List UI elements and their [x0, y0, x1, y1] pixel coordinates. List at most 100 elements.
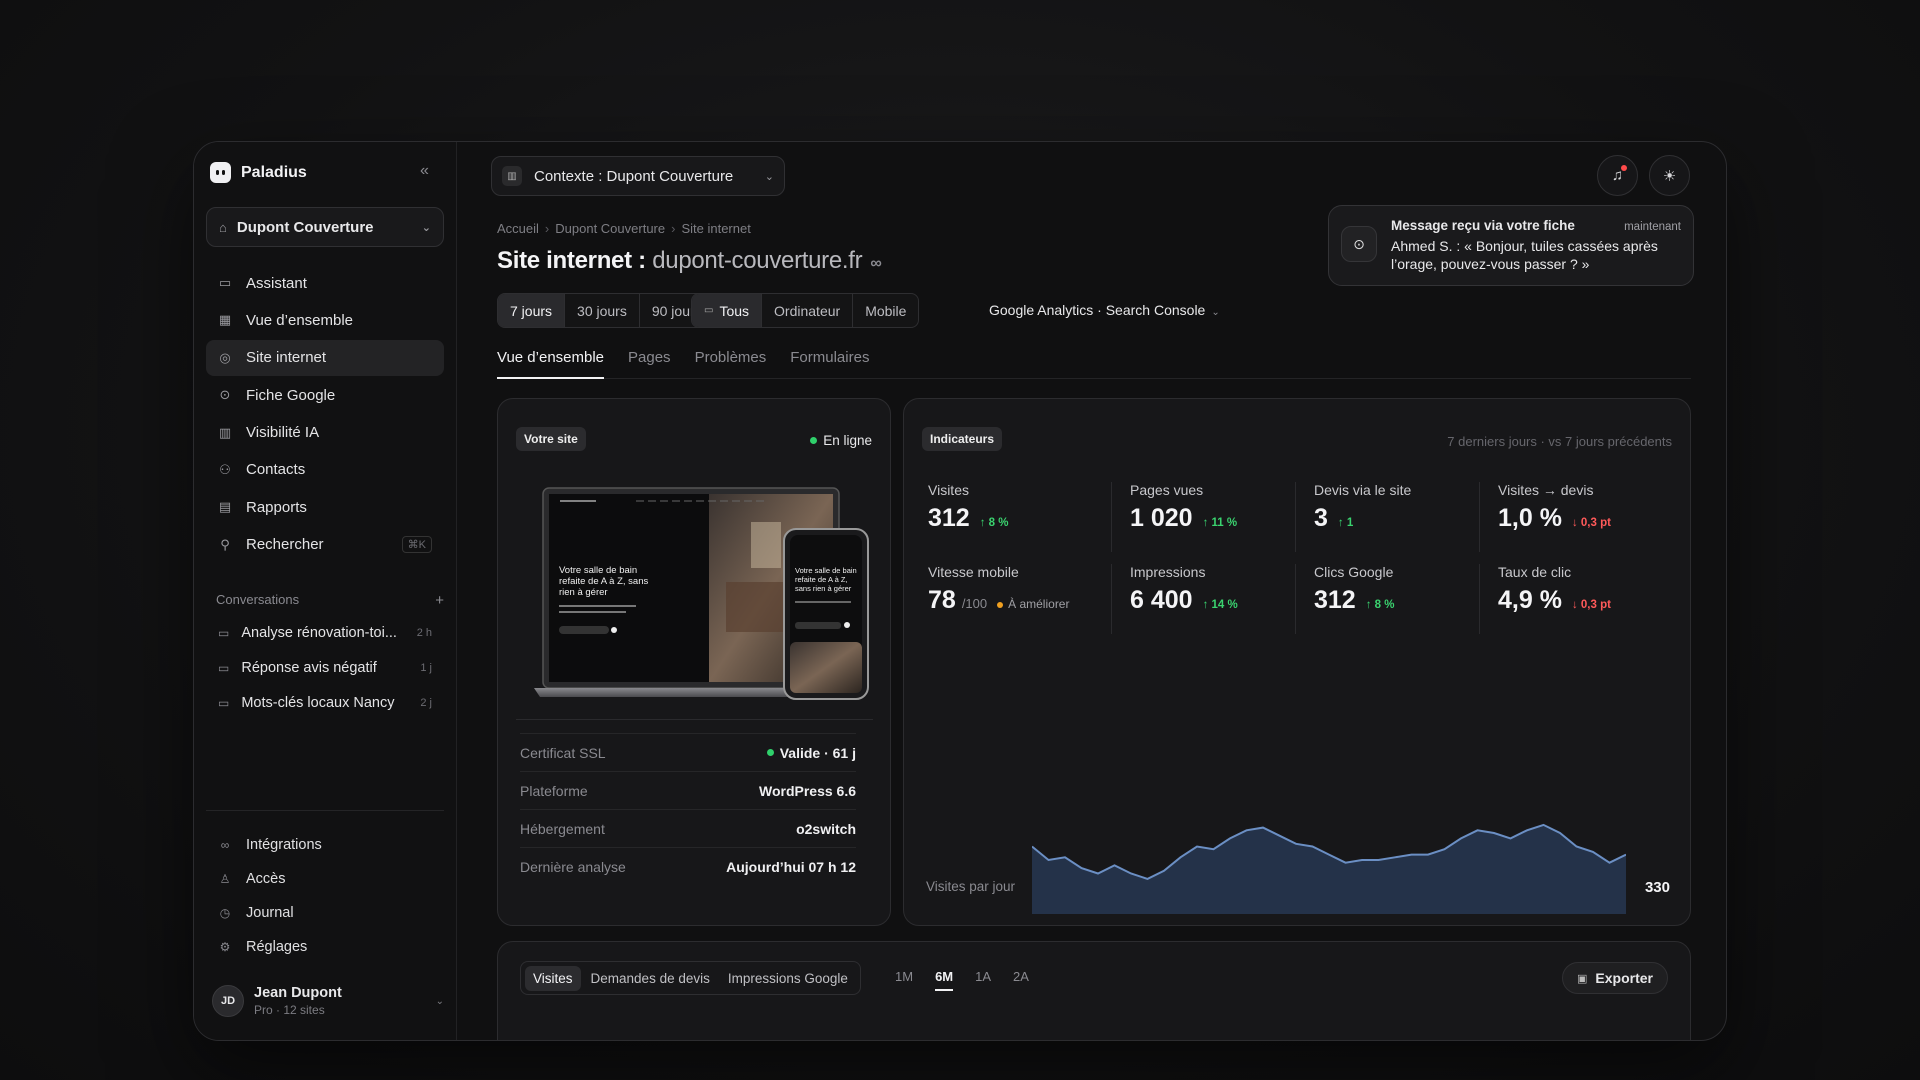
export-button[interactable]: ▣ Exporter [1562, 962, 1668, 994]
breadcrumb-item[interactable]: Accueil [497, 221, 539, 236]
nav-item-ai-visibility[interactable]: ▥ Visibilité IA [206, 415, 444, 451]
nav-label: Rechercher [246, 536, 324, 554]
period-selector: 7 jours 30 jours 90 jours [497, 293, 715, 328]
kpi-value: 1 020 [1130, 504, 1193, 532]
toast-time: maintenant [1624, 221, 1681, 233]
device-desktop[interactable]: Ordinateur [762, 294, 854, 327]
breadcrumb-item[interactable]: Dupont Couverture [555, 221, 665, 236]
status-dot [766, 749, 774, 756]
nav-item-website[interactable]: ◎ Site internet [206, 339, 444, 376]
section-title: Conversations [216, 592, 300, 607]
grid-icon: ▦ [218, 312, 232, 328]
workspace-selector[interactable]: ⌂ Dupont Couverture ⌄ [206, 207, 444, 247]
link-icon[interactable]: ∞ [870, 255, 881, 272]
notifications-button[interactable]: ♫ [1597, 155, 1638, 196]
conversation-label: Réponse avis négatif [241, 659, 377, 676]
info-label: Dernière analyse [520, 858, 626, 875]
info-label: Plateforme [520, 782, 588, 799]
metric-quotes[interactable]: Demandes de devis [583, 966, 718, 991]
theme-toggle-button[interactable]: ☀ [1649, 155, 1690, 196]
divider [1111, 482, 1112, 552]
range-1y[interactable]: 1A [975, 969, 991, 991]
search-icon: ⚲ [220, 536, 230, 552]
nav-item-journal[interactable]: ◷ Journal [206, 896, 444, 930]
period-7d[interactable]: 7 jours [498, 294, 566, 327]
range-6m[interactable]: 6M [935, 969, 954, 991]
tab-overview[interactable]: Vue d’ensemble [497, 349, 605, 379]
nav-item-search[interactable]: ⚲ Rechercher ⌘K [206, 527, 444, 563]
nav-label: Site internet [246, 349, 327, 367]
divider [1479, 564, 1480, 634]
phone-headline-3: sans rien à gérer [795, 584, 852, 593]
range-2y[interactable]: 2A [1013, 969, 1029, 991]
collapse-sidebar-icon[interactable]: « [420, 162, 429, 180]
site-domain[interactable]: dupont-couverture.fr [652, 247, 862, 274]
metric-impressions[interactable]: Impressions Google [720, 966, 856, 991]
user-menu[interactable]: JD Jean Dupont Pro · 12 sites ⌄ [212, 985, 444, 1017]
tab-problems[interactable]: Problèmes [695, 349, 767, 379]
indicators-subtitle: 7 derniers jours · vs 7 jours précédents [1447, 434, 1672, 449]
period-30d[interactable]: 30 jours [565, 294, 640, 327]
nav-item-contacts[interactable]: ⚇ Contacts [206, 452, 444, 488]
kpi-visits: Visites 312 ↑ 8 % [928, 482, 1098, 533]
metric-visits[interactable]: Visites [525, 965, 581, 991]
source-selector[interactable]: Google Analytics · Search Console ⌄ [989, 302, 1220, 318]
context-selector[interactable]: ▥ Contexte : Dupont Couverture ⌄ [491, 156, 785, 196]
globe-icon: ◎ [219, 349, 231, 365]
info-value: Valide · 61 j [779, 744, 856, 761]
breadcrumb-sep: › [544, 221, 550, 236]
nav-item-overview[interactable]: ▦ Vue d’ensemble [206, 302, 444, 338]
visits-chart[interactable] [1032, 779, 1626, 914]
kpi-mobile-speed: Vitesse mobile 78/100 À améliorer [928, 564, 1118, 615]
device-mockup: Votre salle de bain refaite de A à Z, sa… [534, 487, 869, 700]
status-dot [810, 437, 818, 444]
mock-headline-1: Votre salle de bain [559, 565, 637, 576]
notification-toast[interactable]: ⊙ Message reçu via votre fiche maintenan… [1328, 205, 1694, 286]
warning-dot [997, 601, 1004, 608]
phone-headline-2: refaite de A à Z, [795, 575, 848, 584]
chat-icon: ▭ [218, 660, 230, 675]
nav-label: Fiche Google [246, 386, 336, 404]
conversation-item[interactable]: ▭ Réponse avis négatif 1 j [206, 650, 444, 685]
kpi-value: 78 [928, 586, 956, 614]
indicators-pill: Indicateurs [922, 427, 1003, 451]
users-icon: ⚇ [219, 461, 231, 477]
site-preview[interactable]: Votre salle de bain refaite de A à Z, sa… [516, 462, 873, 720]
tab-pages[interactable]: Pages [628, 349, 671, 379]
brand[interactable]: Paladius [210, 162, 307, 183]
kpi-label: Pages vues [1130, 482, 1204, 498]
site-card: Votre site En ligne Votre salle de bain … [497, 398, 891, 926]
device-mobile[interactable]: Mobile [853, 294, 918, 327]
chat-icon: ▭ [218, 275, 232, 290]
info-value: o2switch [796, 820, 856, 837]
workspace-name: Dupont Couverture [236, 218, 374, 236]
nav-item-google-listing[interactable]: ⊙ Fiche Google [206, 377, 444, 413]
info-row-hosting: Hébergement o2switch [520, 809, 856, 847]
pin-icon: ⊙ [1341, 226, 1377, 262]
kpi-pageviews: Pages vues 1 020 ↑ 11 % [1130, 482, 1300, 533]
nav-item-integrations[interactable]: ∞ Intégrations [206, 828, 444, 862]
nav-item-access[interactable]: ♙ Accès [206, 862, 444, 896]
tab-forms[interactable]: Formulaires [790, 349, 869, 379]
phone-headline-1: Votre salle de bain [795, 566, 857, 575]
nav-label: Journal [246, 905, 294, 921]
kpi-delta: ↑ 1 [1337, 517, 1354, 529]
add-conversation-icon[interactable]: + [435, 592, 444, 609]
sidebar: Paladius « ⌂ Dupont Couverture ⌄ ▭ Assistan… [194, 142, 457, 1040]
nav-item-assistant[interactable]: ▭ Assistant [206, 265, 444, 301]
nav-label: Visibilité IA [246, 424, 320, 442]
nav-item-reports[interactable]: ▤ Rapports [206, 489, 444, 525]
site-pill: Votre site [516, 427, 586, 451]
nav-item-settings[interactable]: ⚙ Réglages [206, 930, 444, 964]
conversation-item[interactable]: ▭ Mots-clés locaux Nancy 2 j [206, 685, 444, 720]
clock-icon: ◷ [219, 906, 231, 920]
range-1m[interactable]: 1M [895, 969, 913, 991]
divider [1479, 482, 1480, 552]
conversation-item[interactable]: ▭ Analyse rénovation-toi... 2 h [206, 615, 444, 650]
kpi-value: 312 [1314, 586, 1356, 614]
conversation-time: 1 j [420, 661, 432, 674]
avatar: JD [212, 985, 244, 1017]
status-text: En ligne [823, 433, 872, 448]
device-all[interactable]: ▭ Tous [692, 294, 763, 327]
main-nav: ▭ Assistant ▦ Vue d’ensemble ◎ Site interne… [206, 265, 444, 564]
